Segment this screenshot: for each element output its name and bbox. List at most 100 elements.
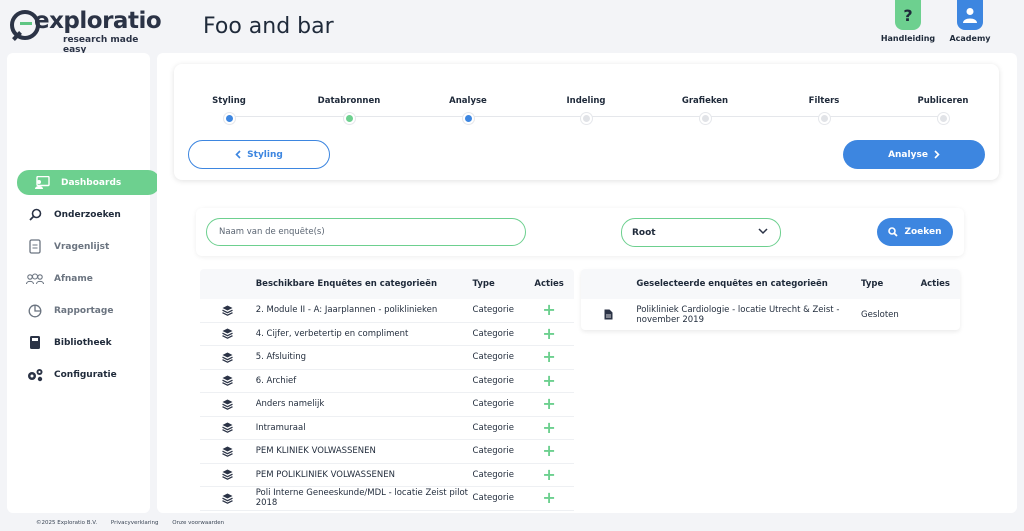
step-label: Databronnen xyxy=(317,96,381,106)
category-select[interactable]: Root xyxy=(621,218,781,247)
search-button[interactable]: Zoeken xyxy=(877,218,953,246)
step-dot xyxy=(462,113,474,124)
exploratio-logo[interactable]: exploratio research made easy xyxy=(10,8,162,55)
add-icon[interactable]: + xyxy=(524,419,574,436)
table-row: 5. Afsluiting Categorie + xyxy=(200,346,574,370)
sidebar-item-label: Afname xyxy=(54,273,93,284)
step-label: Filters xyxy=(808,96,840,106)
layers-icon xyxy=(200,305,256,316)
step-label: Publiceren xyxy=(917,96,969,106)
step-dot xyxy=(937,113,949,124)
layers-icon xyxy=(200,399,256,410)
column-header-actions: Acties xyxy=(920,278,950,289)
question-icon: ? xyxy=(895,0,921,30)
available-surveys-table: Beschikbare Enquêtes en categorieën Type… xyxy=(200,269,574,512)
add-icon[interactable]: + xyxy=(524,372,574,389)
step-databronnen[interactable]: Databronnen xyxy=(299,96,399,124)
users-icon xyxy=(26,272,44,285)
sidebar-item-bibliotheek[interactable]: Bibliotheek xyxy=(10,330,153,355)
sidebar-item-onderzoeken[interactable]: Onderzoeken xyxy=(10,202,153,227)
step-dot xyxy=(343,113,355,124)
footer-copyright: ©2025 Exploratio B.V. xyxy=(36,520,98,526)
layers-icon xyxy=(200,422,256,434)
table-row: 4. Cijfer, verbetertip en compliment Cate… xyxy=(200,323,574,346)
survey-search-bar: Root Zoeken xyxy=(196,208,964,256)
search-icon xyxy=(888,227,899,237)
step-label: Grafieken xyxy=(681,96,729,106)
step-dot xyxy=(818,113,830,124)
add-icon[interactable]: + xyxy=(524,466,574,483)
sidebar-item-configuratie[interactable]: Configuratie xyxy=(10,362,153,387)
table-row: Polikliniek Cardiologie - locatie Utrech… xyxy=(581,299,960,330)
logo-tagline: research made easy xyxy=(63,35,139,55)
row-name: 2. Module II - A: Jaarplannen - poliklin… xyxy=(255,305,438,316)
step-indeling[interactable]: Indeling xyxy=(536,96,636,124)
row-type: Gesloten xyxy=(861,309,899,320)
step-label: Indeling xyxy=(566,96,606,106)
step-grafieken[interactable]: Grafieken xyxy=(655,96,755,124)
sidebar-item-label: Configuratie xyxy=(54,369,117,380)
next-step-label: Analyse xyxy=(888,149,928,160)
add-icon[interactable]: + xyxy=(524,490,574,506)
row-name: PEM KLINIEK VOLWASSENEN xyxy=(255,446,376,457)
sidebar-item-label: Rapportage xyxy=(54,305,114,316)
academy-button[interactable]: Academy xyxy=(935,0,1005,43)
row-name: Polikliniek Cardiologie - locatie Utrech… xyxy=(636,304,840,325)
sidebar-item-afname[interactable]: Afname xyxy=(10,266,153,291)
help-button[interactable]: ? Handleiding xyxy=(873,0,943,43)
column-header-actions: Acties xyxy=(534,278,564,289)
sidebar-item-rapportage[interactable]: Rapportage xyxy=(10,298,153,323)
add-icon[interactable]: + xyxy=(524,396,574,412)
dashboard-icon xyxy=(33,176,51,189)
row-name: 4. Cijfer, verbetertip en compliment xyxy=(255,328,409,339)
step-filters[interactable]: Filters xyxy=(774,96,874,124)
previous-step-button[interactable]: Styling xyxy=(188,140,330,169)
footer-privacy-link[interactable]: Privacyverklaring xyxy=(111,520,159,526)
layers-icon xyxy=(200,352,256,363)
row-type: Categorie xyxy=(472,375,514,386)
previous-step-label: Styling xyxy=(247,149,283,160)
column-header-name: Geselecteerde enquêtes en categorieën xyxy=(636,279,828,289)
step-label: Analyse xyxy=(449,96,487,106)
library-icon xyxy=(26,335,44,350)
add-icon[interactable]: + xyxy=(524,443,574,459)
sidebar-item-label: Onderzoeken xyxy=(54,209,121,220)
help-button-label: Handleiding xyxy=(880,34,936,43)
table-row: PEM POLIKLINIEK VOLWASSENEN Categorie + xyxy=(200,464,574,487)
next-step-button[interactable]: Analyse xyxy=(843,140,985,169)
row-name: Poli Interne Geneeskunde/MDL - locatie Z… xyxy=(255,488,468,509)
logo-wordmark: exploratio xyxy=(34,8,162,34)
survey-name-input[interactable] xyxy=(206,218,526,246)
add-icon[interactable]: + xyxy=(524,349,574,365)
wizard-stepper: Styling Databronnen Analyse Indeling Gra… xyxy=(174,64,999,180)
sidebar-item-dashboards[interactable]: Dashboards xyxy=(17,170,160,195)
search-button-label: Zoeken xyxy=(904,227,942,237)
table-header: Beschikbare Enquêtes en categorieën Type… xyxy=(200,269,574,299)
step-dot xyxy=(223,113,235,124)
chevron-down-icon xyxy=(758,228,768,235)
sidebar-item-vragenlijst[interactable]: Vragenlijst xyxy=(10,234,153,259)
row-type: Categorie xyxy=(472,446,514,457)
step-analyse[interactable]: Analyse xyxy=(418,96,518,124)
user-icon xyxy=(957,0,983,30)
footer-terms-link[interactable]: Onze voorwaarden xyxy=(172,520,224,526)
row-name: Anders namelijk xyxy=(255,399,325,410)
category-select-value: Root xyxy=(632,227,656,238)
sidebar-item-label: Bibliotheek xyxy=(54,337,112,348)
chart-pie-icon xyxy=(26,304,44,318)
layers-icon xyxy=(200,493,256,504)
step-publiceren[interactable]: Publiceren xyxy=(893,96,993,124)
table-header: Geselecteerde enquêtes en categorieën Ty… xyxy=(581,269,960,299)
table-row: Poli Interne Geneeskunde/MDL - locatie Z… xyxy=(200,487,574,511)
table-row: 6. Archief Categorie + xyxy=(200,370,574,393)
layers-icon xyxy=(200,375,256,387)
step-label: Styling xyxy=(212,96,246,106)
row-type: Categorie xyxy=(472,469,514,480)
layers-icon xyxy=(200,328,256,340)
step-styling[interactable]: Styling xyxy=(179,96,279,124)
column-header-name: Beschikbare Enquêtes en categorieën xyxy=(255,279,437,289)
table-row: PEM KLINIEK VOLWASSENEN Categorie + xyxy=(200,440,574,464)
add-icon[interactable]: + xyxy=(524,302,574,318)
layers-icon xyxy=(200,446,256,457)
add-icon[interactable]: + xyxy=(524,325,574,342)
